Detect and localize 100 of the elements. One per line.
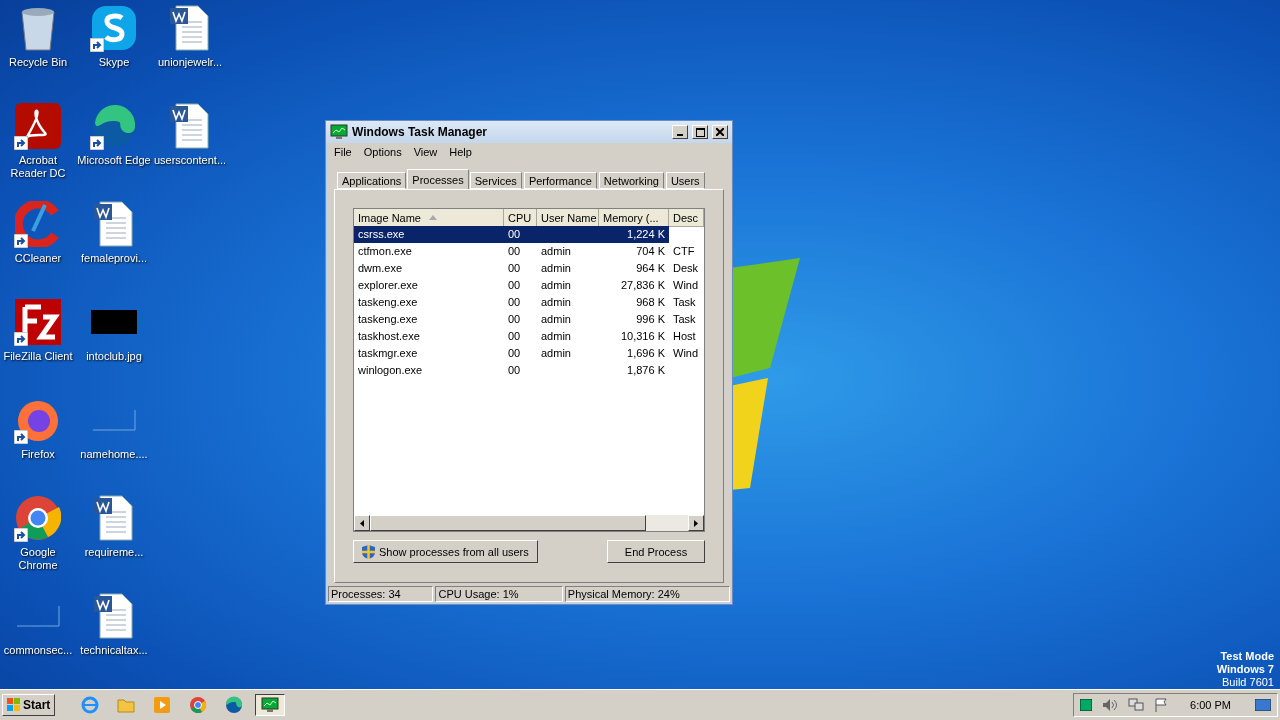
desktop-icon-label[interactable]: userscontent... [153, 154, 227, 167]
task-manager-icon [261, 697, 280, 713]
desktop-icon-label[interactable]: Microsoft Edge [77, 154, 151, 167]
table-cell-text: taskeng.exe [357, 295, 419, 310]
end-process-button[interactable]: End Process [607, 540, 705, 563]
table-cell-text: admin [540, 278, 572, 293]
table-cell-text: CTF [672, 244, 696, 259]
column-header[interactable]: Memory (... [599, 209, 669, 227]
table-cell-text: 10,316 K [619, 329, 666, 344]
window-title: Windows Task Manager [352, 125, 489, 139]
table-cell-text: 00 [507, 329, 522, 344]
os-notice-text: Windows 7 [1216, 663, 1274, 676]
folder-icon [117, 697, 136, 713]
desktop-icon-label[interactable]: Acrobat Reader DC [1, 154, 75, 180]
status-text: Physical Memory: 24% [564, 586, 730, 602]
table-cell-text: 968 K [635, 295, 666, 310]
network-icon[interactable] [1128, 698, 1145, 712]
acrobat-icon [15, 103, 61, 149]
edge-icon [225, 696, 244, 714]
table-cell-text: 27,836 K [619, 278, 666, 293]
status-text: CPU Usage: 1% [435, 586, 563, 602]
desktop-icon-label[interactable]: Skype [77, 56, 151, 69]
table-cell-text: 704 K [635, 244, 666, 259]
windows-logo-icon [7, 698, 21, 712]
table-cell-text: taskhost.exe [357, 329, 421, 344]
table-cell-text: admin [540, 329, 572, 344]
blank-file-icon [92, 408, 136, 432]
skype-icon [92, 6, 136, 50]
table-cell-text: Wind [672, 346, 700, 361]
sort-up-icon [429, 215, 437, 220]
tab[interactable]: Processes [407, 169, 469, 189]
edge-icon [91, 103, 137, 149]
desktop-icon-label[interactable]: intoclub.jpg [77, 350, 151, 363]
table-cell-text: 996 K [635, 312, 666, 327]
horizontal-scrollbar[interactable] [354, 515, 704, 531]
desktop-icon-label[interactable]: CCleaner [1, 252, 75, 265]
shield-icon [362, 544, 375, 559]
tab[interactable]: Performance [523, 172, 597, 189]
filezilla-icon [15, 299, 61, 345]
media-player-icon [154, 697, 171, 713]
table-cell-text: 00 [507, 363, 522, 378]
desktop-icon-label[interactable]: FileZilla Client [1, 350, 75, 363]
table-cell-text: admin [540, 346, 572, 361]
flag-icon[interactable] [1154, 698, 1169, 712]
table-cell: csrss.exe [354, 226, 504, 243]
desktop-icon-label[interactable]: femaleprovi... [77, 252, 151, 265]
desktop-icon-label[interactable]: Recycle Bin [1, 56, 75, 69]
table-cell-text: Desk [672, 261, 700, 276]
table-cell-text: Task [672, 295, 697, 310]
column-header[interactable]: Desc [669, 209, 704, 227]
start-button[interactable]: Start [2, 694, 56, 716]
taskbar-app-button[interactable] [255, 694, 286, 716]
desktop-icon-label[interactable]: commonsec... [1, 644, 75, 657]
menu-item[interactable]: Help [449, 146, 472, 158]
menu-item[interactable]: View [413, 146, 438, 158]
table-cell-text: Wind [672, 278, 700, 293]
tab[interactable]: Users [665, 172, 705, 189]
desktop-icon-label[interactable]: Google Chrome [1, 546, 75, 572]
show-all-users-button[interactable]: Show processes from all users [353, 540, 538, 563]
table-cell-text: dwm.exe [357, 261, 404, 276]
internet-explorer-icon [81, 696, 100, 714]
word-document-icon [92, 494, 136, 542]
os-notice-text: Build 7601 [1222, 676, 1274, 689]
table-cell-text: ctfmon.exe [357, 244, 413, 259]
column-header[interactable]: Image Name [354, 209, 504, 227]
table-cell-text: admin [540, 295, 572, 310]
task-manager-icon [330, 124, 348, 140]
table-cell-text: admin [540, 261, 572, 276]
status-text: Processes: 34 [328, 586, 434, 602]
status-indicator-icon[interactable] [1080, 699, 1093, 711]
tab[interactable]: Applications [337, 172, 407, 189]
desktop-icon-label[interactable]: unionjewelr... [153, 56, 227, 69]
tab[interactable]: Services [469, 172, 522, 189]
speaker-icon[interactable] [1102, 698, 1119, 712]
desktop-icon-label[interactable]: technicaltax... [77, 644, 151, 657]
column-header[interactable]: User Name [537, 209, 599, 227]
menu-item[interactable]: File [334, 146, 352, 158]
ccleaner-icon [15, 201, 61, 247]
close-button[interactable] [712, 125, 728, 139]
clock[interactable]: 6:00 PM [1190, 699, 1231, 711]
table-cell-text: 1,876 K [626, 363, 666, 378]
table-cell: 1,224 K [599, 226, 669, 243]
table-cell-text: 00 [507, 244, 522, 259]
table-cell-text: taskeng.exe [357, 312, 419, 327]
os-notice-text: Test Mode [1220, 650, 1274, 663]
column-header[interactable]: CPU [504, 209, 537, 227]
menu-item[interactable]: Options [363, 146, 402, 158]
desktop-icon-label[interactable]: Firefox [1, 448, 75, 461]
desktop-icon-label[interactable]: requireme... [77, 546, 151, 559]
table-cell-text: Host [672, 329, 697, 344]
desktop-icon-label[interactable]: namehome.... [77, 448, 151, 461]
tab[interactable]: Networking [598, 172, 664, 189]
table-cell: 00 [504, 226, 537, 243]
chrome-icon [189, 696, 208, 714]
minimize-button[interactable] [672, 125, 688, 139]
word-document-icon [168, 102, 212, 150]
table-cell-text: 00 [507, 278, 522, 293]
maximize-button[interactable] [692, 125, 708, 139]
table-cell-text: taskmgr.exe [357, 346, 419, 361]
table-cell-text: Task [672, 312, 697, 327]
